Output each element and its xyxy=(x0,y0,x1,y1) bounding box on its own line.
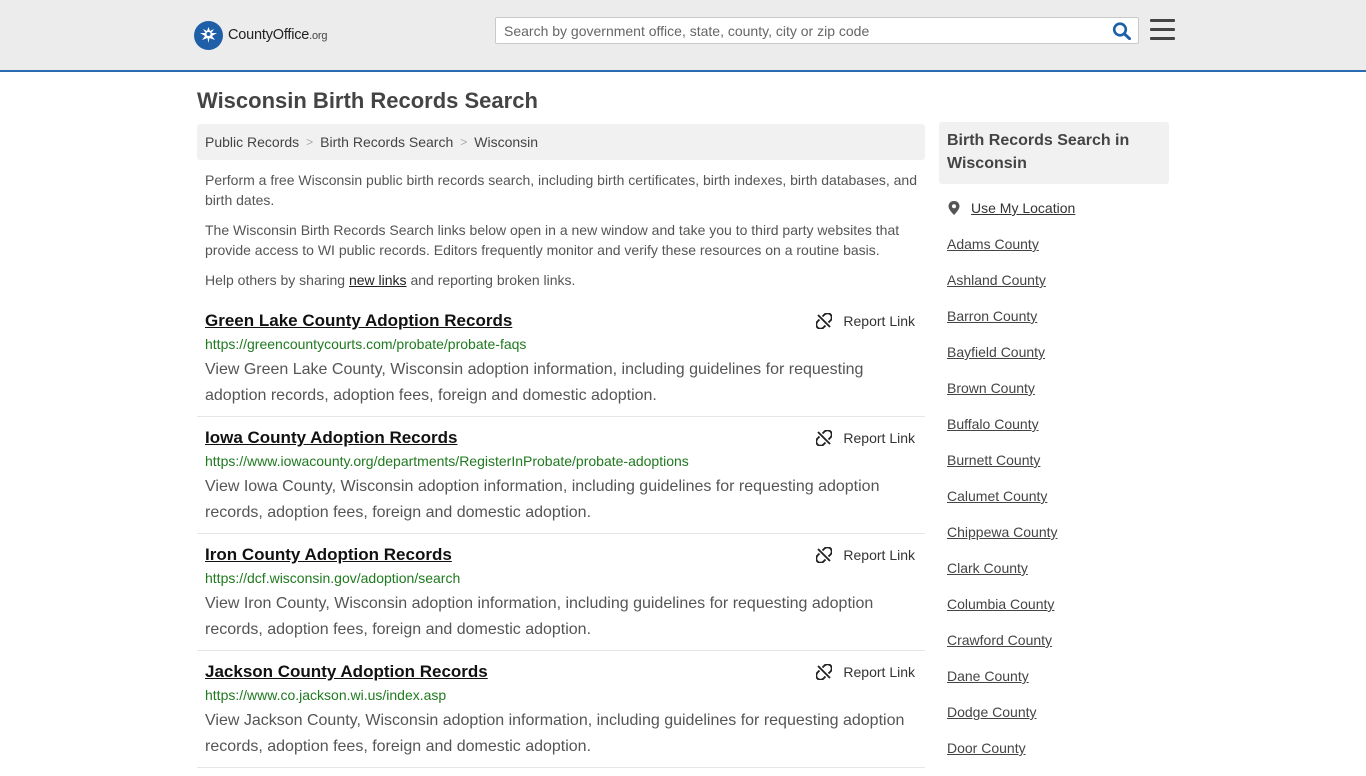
list-item: Crawford County xyxy=(947,632,1058,668)
result-item: Iron County Adoption Records Report Link… xyxy=(197,545,925,651)
intro-paragraph-1: Perform a free Wisconsin public birth re… xyxy=(205,172,918,208)
logo-wordmark: CountyOffice.org xyxy=(228,27,328,43)
result-url[interactable]: https://greencountycourts.com/probate/pr… xyxy=(205,336,526,352)
result-description: View Jackson County, Wisconsin adoption … xyxy=(205,712,905,755)
use-my-location-button[interactable]: Use My Location xyxy=(947,200,1075,216)
result-item: Green Lake County Adoption Records Repor… xyxy=(197,311,925,417)
breadcrumb-wisconsin[interactable]: Wisconsin xyxy=(474,134,538,150)
report-link-button[interactable]: Report Link xyxy=(816,313,915,329)
result-url[interactable]: https://dcf.wisconsin.gov/adoption/searc… xyxy=(205,570,460,586)
county-list: Adams County Ashland County Barron Count… xyxy=(947,236,1058,776)
list-item: Clark County xyxy=(947,560,1058,596)
result-url[interactable]: https://www.iowacounty.org/departments/R… xyxy=(205,453,689,469)
list-item: Bayfield County xyxy=(947,344,1058,380)
result-title-link[interactable]: Jackson County Adoption Records xyxy=(205,662,488,682)
list-item: Buffalo County xyxy=(947,416,1058,452)
result-title-link[interactable]: Iowa County Adoption Records xyxy=(205,428,457,448)
list-item: Calumet County xyxy=(947,488,1058,524)
report-link-button[interactable]: Report Link xyxy=(816,547,915,563)
list-item: Dane County xyxy=(947,668,1058,704)
list-item: Barron County xyxy=(947,308,1058,344)
county-link[interactable]: Clark County xyxy=(947,560,1028,576)
intro-paragraph-3: Help others by sharing new links and rep… xyxy=(205,272,576,288)
new-links-link[interactable]: new links xyxy=(349,272,407,288)
breadcrumb-public-records[interactable]: Public Records xyxy=(205,134,299,150)
search-button[interactable] xyxy=(1112,22,1132,41)
list-item: Burnett County xyxy=(947,452,1058,488)
result-title-link[interactable]: Green Lake County Adoption Records xyxy=(205,311,512,331)
list-item: Adams County xyxy=(947,236,1058,272)
county-link[interactable]: Calumet County xyxy=(947,488,1047,504)
list-item: Door County xyxy=(947,740,1058,776)
search-bar xyxy=(495,17,1139,44)
list-item: Dodge County xyxy=(947,704,1058,740)
hamburger-menu-icon[interactable] xyxy=(1150,19,1175,41)
list-item: Chippewa County xyxy=(947,524,1058,560)
county-link[interactable]: Buffalo County xyxy=(947,416,1039,432)
use-my-location-link[interactable]: Use My Location xyxy=(971,200,1075,216)
county-link[interactable]: Dodge County xyxy=(947,704,1037,720)
county-link[interactable]: Chippewa County xyxy=(947,524,1058,540)
result-description: View Iron County, Wisconsin adoption inf… xyxy=(205,595,874,638)
report-link-button[interactable]: Report Link xyxy=(816,664,915,680)
result-title-link[interactable]: Iron County Adoption Records xyxy=(205,545,452,565)
county-link[interactable]: Barron County xyxy=(947,308,1037,324)
page-title: Wisconsin Birth Records Search xyxy=(197,88,538,113)
county-link[interactable]: Crawford County xyxy=(947,632,1052,648)
county-link[interactable]: Bayfield County xyxy=(947,344,1045,360)
breadcrumb-birth-records-search[interactable]: Birth Records Search xyxy=(320,134,453,150)
breadcrumb: Public Records > Birth Records Search > … xyxy=(197,124,925,160)
list-item: Columbia County xyxy=(947,596,1058,632)
list-item: Brown County xyxy=(947,380,1058,416)
result-url[interactable]: https://www.co.jackson.wi.us/index.asp xyxy=(205,687,446,703)
map-pin-icon xyxy=(948,201,960,215)
broken-link-icon xyxy=(816,664,833,680)
county-link[interactable]: Columbia County xyxy=(947,596,1054,612)
site-header: CountyOffice.org xyxy=(0,0,1366,72)
broken-link-icon xyxy=(816,430,833,446)
breadcrumb-separator-icon: > xyxy=(306,135,314,149)
list-item: Ashland County xyxy=(947,272,1058,308)
sidebar-heading: Birth Records Search in Wisconsin xyxy=(939,122,1169,184)
eagle-seal-icon xyxy=(194,20,223,50)
report-link-button[interactable]: Report Link xyxy=(816,430,915,446)
result-item: Jackson County Adoption Records Report L… xyxy=(197,662,925,768)
county-link[interactable]: Burnett County xyxy=(947,452,1040,468)
county-link[interactable]: Ashland County xyxy=(947,272,1046,288)
result-description: View Green Lake County, Wisconsin adopti… xyxy=(205,361,864,404)
county-link[interactable]: Door County xyxy=(947,740,1026,756)
breadcrumb-separator-icon: > xyxy=(460,135,468,149)
site-logo[interactable]: CountyOffice.org xyxy=(194,20,328,50)
result-description: View Iowa County, Wisconsin adoption inf… xyxy=(205,478,880,521)
broken-link-icon xyxy=(816,313,833,329)
intro-paragraph-2: The Wisconsin Birth Records Search links… xyxy=(205,222,900,258)
county-link[interactable]: Brown County xyxy=(947,380,1035,396)
broken-link-icon xyxy=(816,547,833,563)
result-item: Iowa County Adoption Records Report Link… xyxy=(197,428,925,534)
county-link[interactable]: Dane County xyxy=(947,668,1029,684)
search-icon xyxy=(1112,22,1131,41)
county-link[interactable]: Adams County xyxy=(947,236,1039,252)
search-input[interactable] xyxy=(496,18,1112,43)
